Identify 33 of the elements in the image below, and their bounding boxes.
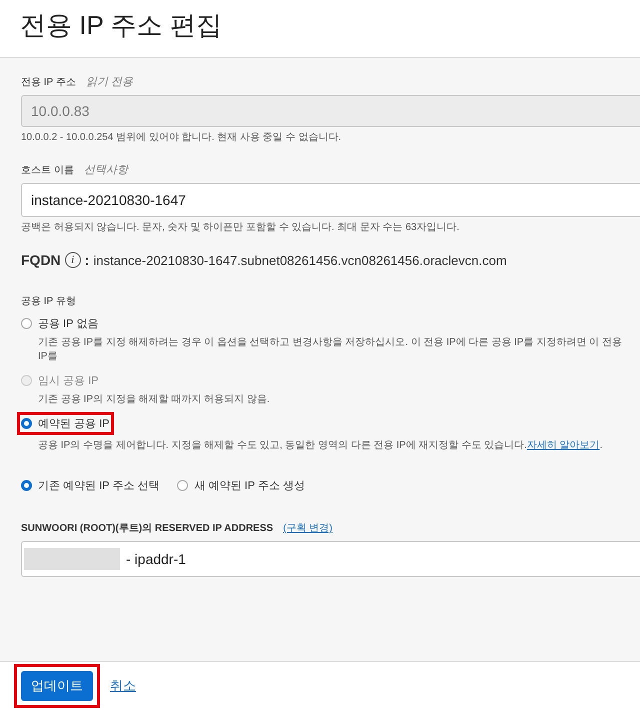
option-label: 예약된 공용 IP (38, 417, 110, 431)
option-description: 공용 IP의 수명을 제어합니다. 지정을 해제할 수도 있고, 동일한 영역의 다른 전용 IP에 재지정할 수도 있습니다.자세히 알아보기. (37, 439, 604, 452)
radio-button[interactable] (21, 480, 32, 491)
option-description: 기존 공용 IP를 지정 해제하려는 경우 이 옵션을 선택하고 변경사항을 저장하십시오. 이 전용 IP에 다른 공용 IP를 지정하려면 이 전용 IP를 (37, 336, 623, 363)
field-label: 호스트 이름 (21, 164, 74, 177)
learn-more-link[interactable]: 자세히 알아보기 (526, 440, 600, 451)
radio-button[interactable] (21, 418, 32, 429)
info-icon[interactable]: i (64, 252, 81, 268)
update-button[interactable]: 업데이트 (21, 671, 93, 701)
field-hint: 읽기 전용 (86, 75, 133, 89)
field-label: SUNWOORI (ROOT)(루트)의 RESERVED IP ADDRESS (21, 522, 274, 535)
hostname-field[interactable]: instance-20210830-1647 (21, 183, 640, 217)
help-text: 10.0.0.2 - 10.0.0.254 범위에 있어야 합니다. 현재 사용 중일 수 없습니다. (21, 131, 342, 144)
ip-address-field[interactable]: 10.0.0.83 (21, 95, 640, 127)
reserved-ip-select[interactable]: - ipaddr-1 (21, 541, 640, 577)
cancel-link[interactable]: 취소 (110, 677, 136, 695)
separator: : (84, 252, 90, 268)
field-label: 전용 IP 주소 (21, 76, 76, 89)
change-compartment-link[interactable]: (구획 변경) (283, 521, 333, 535)
select-value: - ipaddr-1 (126, 551, 186, 567)
option-label: 새 예약된 IP 주소 생성 (194, 479, 305, 493)
help-text: 공백은 허용되지 않습니다. 문자, 숫자 및 하이픈만 포함할 수 있습니다. 최대 문자 수는 63자입니다. (21, 221, 460, 234)
option-label: 임시 공용 IP (38, 374, 99, 388)
fqdn-label: FQDN (21, 252, 61, 268)
radio-button[interactable] (177, 480, 188, 491)
option-label: 공용 IP 없음 (38, 317, 98, 331)
page-title: 전용 IP 주소 편집 (20, 9, 223, 42)
field-label: 공용 IP 유형 (21, 295, 76, 308)
field-hint: 선택사항 (84, 163, 128, 177)
option-label: 기존 예약된 IP 주소 선택 (38, 479, 160, 493)
option-description: 기존 공용 IP의 지정을 해제할 때까지 허용되지 않음. (37, 393, 271, 406)
fqdn-value: instance-20210830-1647.subnet08261456.vcn08261456.oraclevcn.com (93, 252, 507, 268)
radio-button[interactable] (21, 318, 32, 329)
